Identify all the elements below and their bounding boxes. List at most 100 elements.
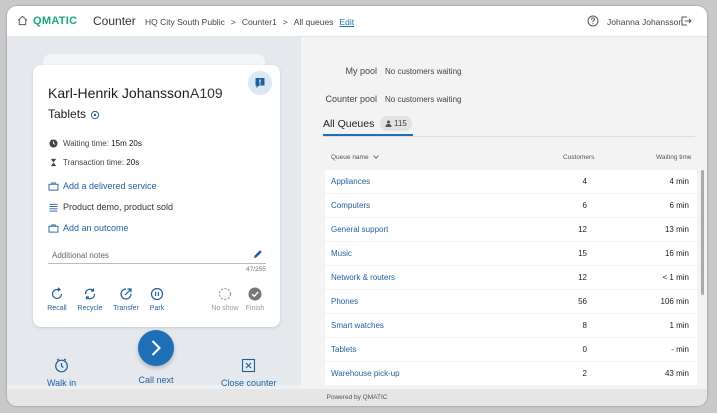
queue-waiting-time: 106 min: [660, 297, 689, 306]
table-row[interactable]: Smart watches 8 1 min: [325, 314, 697, 337]
recall-button[interactable]: Recall: [40, 287, 74, 312]
add-delivered-service-link[interactable]: Add a delivered service: [63, 181, 157, 191]
recycle-label: Recycle: [77, 305, 103, 312]
park-label: Park: [149, 305, 165, 312]
brand-logo: QMATIC: [33, 15, 78, 27]
close-counter-button[interactable]: Close counter: [221, 358, 277, 388]
close-counter-label: Close counter: [221, 378, 277, 388]
queue-waiting-time: 16 min: [664, 249, 689, 258]
table-row[interactable]: Warehouse pick-up 2 43 min: [325, 362, 697, 385]
queue-waiting-time: 43 min: [664, 369, 689, 378]
breadcrumb-separator: >: [230, 17, 236, 27]
hourglass-icon: [50, 158, 57, 167]
transfer-label: Transfer: [113, 305, 139, 312]
queue-name[interactable]: Smart watches: [331, 321, 384, 330]
briefcase-icon: [48, 182, 59, 191]
scrollbar[interactable]: [701, 170, 704, 295]
transaction-time-value: 20s: [126, 158, 140, 167]
queue-customers: 56: [578, 297, 587, 306]
queue-name[interactable]: Warehouse pick-up: [331, 369, 400, 378]
queue-waiting-time: 6 min: [669, 201, 689, 210]
customer-name: Karl-Henrik Johansson: [48, 85, 190, 101]
column-header-queue-name[interactable]: Queue name: [331, 154, 380, 161]
notes-char-count: 47/255: [246, 266, 266, 273]
queue-name[interactable]: Music: [331, 249, 352, 258]
column-header-queue-name-label: Queue name: [331, 154, 369, 161]
recycle-button[interactable]: Recycle: [73, 287, 107, 312]
queue-name[interactable]: Phones: [331, 297, 358, 306]
chevron-right-icon: [151, 340, 161, 356]
clock-icon: [49, 139, 58, 148]
call-next-button[interactable]: [138, 330, 174, 366]
column-header-customers[interactable]: Customers: [563, 154, 594, 161]
recall-icon: [51, 287, 63, 300]
queue-name[interactable]: Tablets: [331, 345, 356, 354]
logout-icon[interactable]: [680, 15, 692, 27]
queue-waiting-time: 4 min: [669, 177, 689, 186]
queue-name[interactable]: General support: [331, 225, 388, 234]
queue-waiting-time: - min: [671, 345, 689, 354]
total-customers-badge: 115: [380, 116, 412, 131]
breadcrumb-counter: Counter1: [241, 17, 277, 27]
briefcase-icon: [48, 224, 59, 233]
total-customers-count: 115: [394, 119, 407, 128]
divider: [323, 136, 695, 137]
waiting-time-value: 15m 20s: [111, 139, 142, 148]
walk-in-button[interactable]: Walk in: [47, 358, 76, 388]
all-queues-tab[interactable]: All Queues: [323, 118, 374, 130]
transfer-button[interactable]: Transfer: [109, 287, 143, 312]
service-name: Tablets: [48, 107, 87, 121]
waiting-time: Waiting time: 15m 20s: [63, 139, 142, 148]
user-name[interactable]: Johanna Johansson: [607, 17, 683, 27]
queue-customers: 4: [582, 177, 587, 186]
queue-customers: 8: [582, 321, 587, 330]
breadcrumb-queues: All queues: [293, 17, 334, 27]
finish-button[interactable]: Finish: [238, 287, 272, 312]
notes-underline: [48, 263, 266, 264]
waiting-time-label: Waiting time:: [63, 139, 109, 148]
breadcrumb-separator: >: [282, 17, 288, 27]
no-show-icon: [218, 287, 232, 301]
no-show-button[interactable]: No show: [208, 287, 242, 312]
service-link-icon[interactable]: [90, 110, 100, 120]
queue-customers: 12: [578, 225, 587, 234]
table-row[interactable]: Tablets 0 - min: [325, 338, 697, 361]
person-icon: [385, 120, 392, 127]
breadcrumb-branch: HQ City South Public: [145, 17, 225, 27]
my-pool-value: No customers waiting: [385, 67, 462, 76]
finish-icon: [248, 287, 262, 301]
table-row[interactable]: Network & routers 12 < 1 min: [325, 266, 697, 289]
help-icon[interactable]: [587, 15, 599, 27]
list-icon: [49, 203, 58, 212]
recall-label: Recall: [47, 305, 67, 312]
edit-link[interactable]: Edit: [339, 17, 354, 27]
table-row[interactable]: Music 15 16 min: [325, 242, 697, 265]
customer-card: Karl-Henrik Johansson A109 Tablets Waiti…: [33, 65, 280, 327]
table-row[interactable]: Computers 6 6 min: [325, 194, 697, 217]
chevron-down-icon: [373, 155, 380, 159]
call-next-label[interactable]: Call next: [137, 375, 175, 385]
walk-in-label: Walk in: [47, 378, 77, 388]
column-header-waiting-time[interactable]: Waiting time: [656, 154, 692, 161]
recycle-icon: [84, 288, 96, 300]
no-show-label: No show: [211, 305, 239, 312]
table-row[interactable]: Phones 56 106 min: [325, 290, 697, 313]
queue-name[interactable]: Appliances: [331, 177, 370, 186]
notes-field[interactable]: Additional notes: [52, 251, 109, 260]
add-outcome-link[interactable]: Add an outcome: [63, 223, 129, 233]
app-window: QMATIC Counter HQ City South Public > Co…: [7, 6, 707, 406]
queue-name[interactable]: Computers: [331, 201, 370, 210]
pencil-icon[interactable]: [253, 249, 263, 259]
delivered-service-item: Product demo, product sold: [63, 202, 174, 212]
queue-name[interactable]: Network & routers: [331, 273, 395, 282]
table-row[interactable]: Appliances 4 4 min: [325, 170, 697, 193]
note-flag-icon[interactable]: [248, 71, 272, 95]
breadcrumb: HQ City South Public > Counter1 > All qu…: [145, 17, 354, 27]
queue-customers: 0: [582, 345, 587, 354]
park-button[interactable]: Park: [140, 287, 174, 312]
queue-waiting-time: < 1 min: [662, 273, 689, 282]
queue-customers: 15: [578, 249, 587, 258]
home-icon[interactable]: [17, 15, 28, 26]
queue-waiting-time: 13 min: [664, 225, 689, 234]
table-row[interactable]: General support 12 13 min: [325, 218, 697, 241]
